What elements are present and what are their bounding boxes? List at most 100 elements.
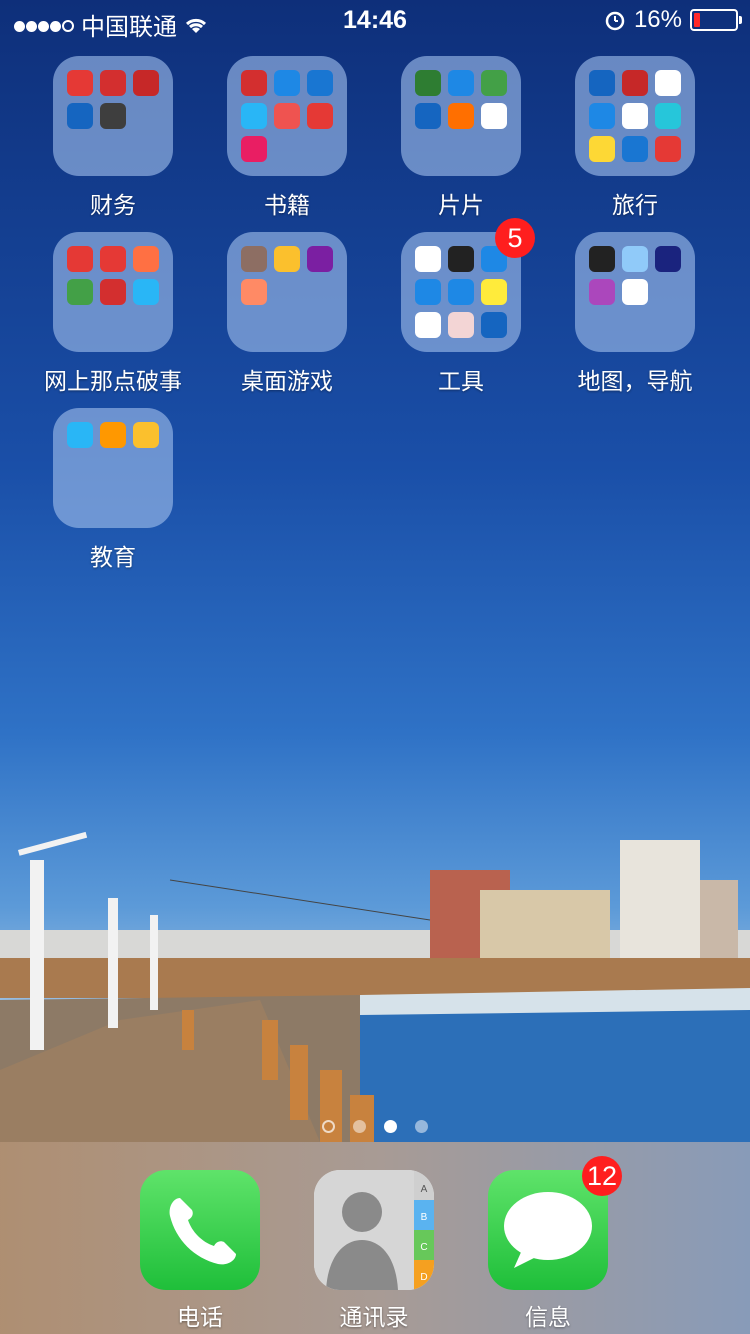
mini-app-icon [100, 103, 126, 129]
mini-app-icon [589, 103, 615, 129]
mini-app-icon [307, 103, 333, 129]
folder-icon[interactable] [575, 232, 695, 352]
index-letter: A [421, 1184, 428, 1195]
folder-icon[interactable] [575, 56, 695, 176]
mini-app-icon [274, 70, 300, 96]
dock-label: 电话 [177, 1304, 223, 1330]
mini-app-icon [274, 246, 300, 272]
folder-7[interactable]: 地图，导航 [555, 232, 715, 396]
mini-app-icon [655, 103, 681, 129]
folder-label: 片片 [438, 192, 484, 218]
notification-badge: 12 [582, 1156, 622, 1196]
mini-app-icon [100, 70, 126, 96]
phone-icon[interactable] [140, 1170, 260, 1290]
dock-app-contacts[interactable]: A B C D 通讯录 [294, 1170, 454, 1332]
folder-label: 财务 [90, 192, 136, 218]
mini-app-icon [307, 70, 333, 96]
mini-app-icon [67, 70, 93, 96]
dock-label: 信息 [525, 1304, 571, 1330]
battery-icon [690, 9, 742, 31]
mini-app-icon [481, 103, 507, 129]
folder-label: 教育 [90, 544, 136, 570]
mini-app-icon [481, 70, 507, 96]
mini-app-icon [241, 136, 267, 162]
mini-app-icon [481, 312, 507, 338]
index-letter: C [420, 1242, 427, 1253]
folder-6[interactable]: 5 工具 [381, 218, 541, 396]
folder-icon[interactable] [401, 56, 521, 176]
mini-app-icon [589, 279, 615, 305]
folder-icon[interactable] [227, 56, 347, 176]
mini-app-icon [133, 246, 159, 272]
folder-label: 桌面游戏 [241, 368, 333, 394]
folder-icon[interactable] [227, 232, 347, 352]
mini-app-icon [274, 103, 300, 129]
mini-app-icon [622, 103, 648, 129]
mini-app-icon [133, 70, 159, 96]
mini-app-icon [622, 279, 648, 305]
mini-app-icon [622, 246, 648, 272]
mini-app-icon [448, 70, 474, 96]
mini-app-icon [415, 103, 441, 129]
contacts-icon[interactable]: A B C D [314, 1170, 434, 1290]
folder-8[interactable]: 教育 [33, 408, 193, 572]
mini-app-icon [241, 246, 267, 272]
mini-app-icon [655, 246, 681, 272]
mini-app-icon [241, 279, 267, 305]
mini-app-icon [100, 422, 126, 448]
page-dot[interactable] [353, 1120, 366, 1133]
folder-5[interactable]: 桌面游戏 [207, 232, 367, 396]
mini-app-icon [589, 246, 615, 272]
folder-icon[interactable] [53, 408, 173, 528]
mini-app-icon [589, 136, 615, 162]
alarm-icon [605, 11, 625, 31]
mini-app-icon [448, 279, 474, 305]
folder-icon[interactable] [53, 232, 173, 352]
mini-app-icon [448, 103, 474, 129]
mini-app-icon [100, 279, 126, 305]
folder-icon[interactable] [53, 56, 173, 176]
folder-label: 书籍 [264, 192, 310, 218]
mini-app-icon [655, 136, 681, 162]
mini-app-icon [307, 246, 333, 272]
folder-label: 旅行 [612, 192, 658, 218]
page-indicator[interactable] [0, 1120, 750, 1133]
notification-badge: 5 [495, 218, 535, 258]
mini-app-icon [415, 312, 441, 338]
folder-label: 网上那点破事 [44, 368, 182, 394]
mini-app-icon [133, 279, 159, 305]
mini-app-icon [415, 70, 441, 96]
page-dot[interactable] [415, 1120, 428, 1133]
mini-app-icon [415, 246, 441, 272]
dock-label: 通讯录 [339, 1304, 409, 1330]
mini-app-icon [415, 279, 441, 305]
dock-app-messages[interactable]: 12 信息 [468, 1156, 628, 1332]
spotlight-search-icon[interactable] [322, 1120, 335, 1133]
status-bar: 中国联通 14:46 16% [0, 0, 750, 41]
status-right: 16% [604, 6, 742, 34]
mini-app-icon [241, 103, 267, 129]
mini-app-icon [67, 279, 93, 305]
battery-percent: 16% [633, 6, 682, 33]
folder-0[interactable]: 财务 [33, 56, 193, 220]
mini-app-icon [622, 70, 648, 96]
folder-icon[interactable]: 5 [401, 218, 535, 352]
page-dot-current[interactable] [384, 1120, 397, 1133]
messages-icon[interactable]: 12 [488, 1156, 622, 1290]
mini-app-icon [133, 422, 159, 448]
folder-2[interactable]: 片片 [381, 56, 541, 220]
wallpaper-river-scene [0, 831, 750, 1142]
mini-app-icon [622, 136, 648, 162]
index-letter: D [420, 1272, 427, 1283]
folder-4[interactable]: 网上那点破事 [33, 232, 193, 396]
folder-1[interactable]: 书籍 [207, 56, 367, 220]
mini-app-icon [589, 70, 615, 96]
index-letter: B [421, 1212, 428, 1223]
mini-app-icon [241, 70, 267, 96]
mini-app-icon [655, 70, 681, 96]
folder-label: 工具 [438, 368, 484, 394]
folder-3[interactable]: 旅行 [555, 56, 715, 220]
dock-app-phone[interactable]: 电话 [120, 1170, 280, 1332]
folder-label: 地图，导航 [577, 368, 693, 394]
mini-app-icon [448, 246, 474, 272]
